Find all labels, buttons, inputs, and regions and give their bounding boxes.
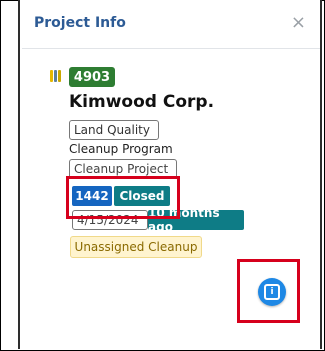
- date-chip: 4/15/2024: [72, 210, 148, 230]
- project-id-badge: 4903: [69, 67, 115, 87]
- info-icon: i: [264, 284, 280, 300]
- company-name: Kimwood Corp.: [69, 92, 215, 112]
- panel-header: Project Info ×: [22, 0, 320, 49]
- close-icon[interactable]: ×: [291, 12, 306, 33]
- program-label: Cleanup Program: [69, 142, 173, 156]
- bar-chart-icon: [50, 70, 64, 82]
- info-fab-button[interactable]: i: [258, 278, 286, 306]
- status-badge: Closed: [114, 186, 170, 206]
- panel-title: Project Info: [34, 15, 126, 31]
- assignment-badge: Unassigned Cleanup: [70, 236, 202, 258]
- project-type-chip: Cleanup Project: [69, 159, 177, 179]
- record-number-badge: 1442: [72, 186, 112, 206]
- category-chip: Land Quality: [69, 120, 159, 140]
- relative-time-badge: 10 months ago: [148, 206, 244, 234]
